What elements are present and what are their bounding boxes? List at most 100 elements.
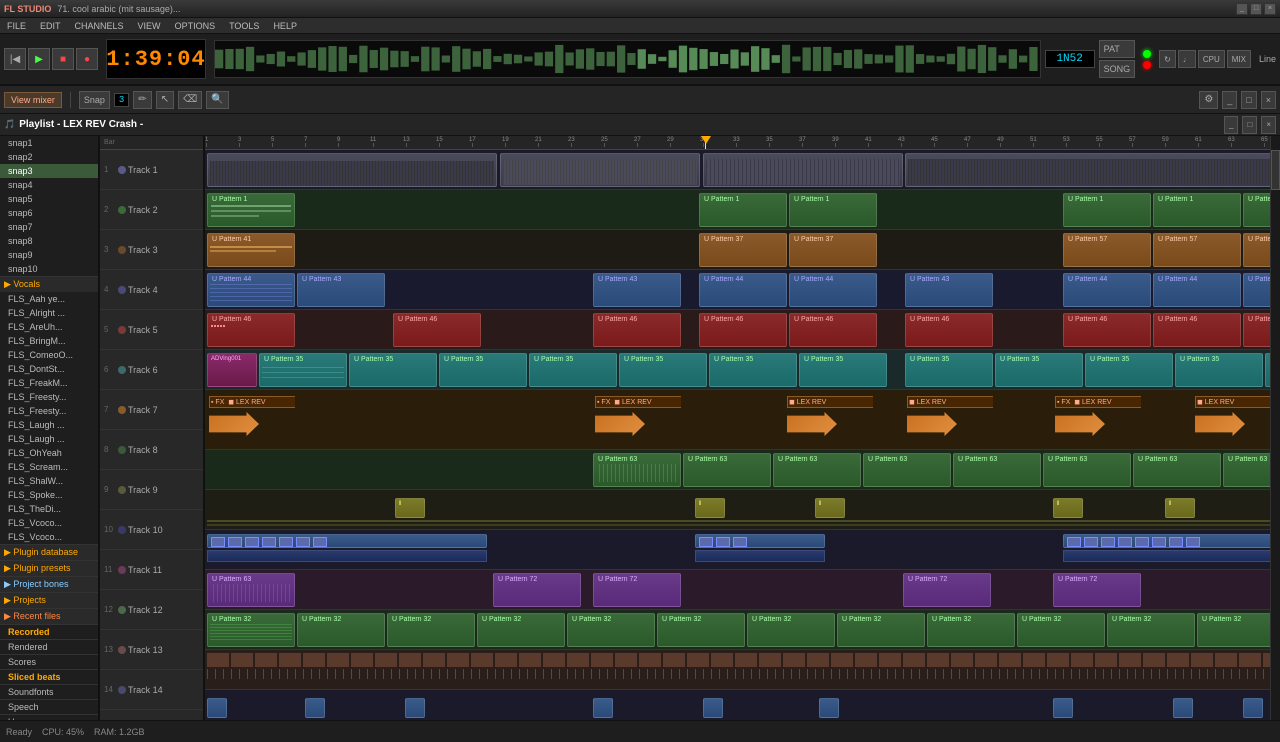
record-button[interactable]: ● [76, 48, 98, 70]
pattern-7-1[interactable]: ▪ FX ◼ LEX REV [207, 395, 295, 445]
pattern-6-2[interactable]: U Pattern 35 [349, 353, 437, 387]
track-row-3[interactable]: U Pattern 41 U Pattern 37 U Pattern 37 U… [205, 230, 1270, 270]
pattern-12-4[interactable]: U Pattern 32 [477, 613, 565, 647]
tool-erase[interactable]: ⌫ [178, 91, 202, 109]
pattern-2-3[interactable]: U Pattern 1 [789, 193, 877, 227]
sliced-beats-item[interactable]: Sliced beats [0, 670, 98, 684]
pattern-4-5[interactable]: U Pattern 44 [789, 273, 877, 307]
menu-view[interactable]: VIEW [135, 21, 164, 31]
panel-item-fls-laugh2[interactable]: FLS_Laugh ... [0, 432, 98, 446]
recent-files-header[interactable]: ▶ Recent files [0, 609, 98, 624]
pattern-4-9[interactable]: U Pattern 44 [1243, 273, 1270, 307]
pattern-6-12[interactable]: U Pattern 35 [1265, 353, 1270, 387]
track-row-6[interactable]: ADVing001 U Pattern 35 U Pattern 35 U Pa… [205, 350, 1270, 390]
menu-file[interactable]: FILE [4, 21, 29, 31]
menu-help[interactable]: HELP [270, 21, 300, 31]
playlist-ctrl-max[interactable]: □ [1242, 116, 1257, 134]
pattern-7-5[interactable]: ▪ FX ◼ LEX REV [1053, 395, 1141, 445]
pattern-14-3[interactable] [405, 698, 425, 718]
pattern-3-2[interactable]: U Pattern 37 [699, 233, 787, 267]
maximize-button[interactable]: □ [1250, 3, 1262, 15]
pattern-8-6[interactable]: U Pattern 63 [1043, 453, 1131, 487]
playlist-close[interactable]: × [1261, 91, 1276, 109]
track-row-1[interactable] [205, 150, 1270, 190]
pattern-14-8[interactable] [1173, 698, 1193, 718]
track-row-5[interactable]: U Pattern 46 U Pattern 46 [205, 310, 1270, 350]
tracks-scroll[interactable]: U Pattern 1 U Pattern 1 U Pattern 1 [205, 150, 1270, 720]
pattern-8-8[interactable]: U Pattern 63 [1223, 453, 1270, 487]
pattern-7-6[interactable]: ◼ LEX REV [1193, 395, 1270, 445]
panel-item-fls-thedi[interactable]: FLS_TheDi... [0, 502, 98, 516]
pattern-14-7[interactable] [1053, 698, 1073, 718]
play-button[interactable]: ▶ [28, 48, 50, 70]
pattern-12-6[interactable]: U Pattern 32 [657, 613, 745, 647]
pattern-5-3[interactable]: U Pattern 46 [593, 313, 681, 347]
scores-item[interactable]: Scores [0, 655, 98, 669]
pattern-8-1[interactable]: U Pattern 63 [593, 453, 681, 487]
pattern-6-10[interactable]: U Pattern 35 [1085, 353, 1173, 387]
pattern-6-9[interactable]: U Pattern 35 [995, 353, 1083, 387]
pattern-1-4[interactable] [905, 153, 1270, 187]
panel-item-snap7[interactable]: snap7 [0, 220, 98, 234]
pattern-6-3[interactable]: U Pattern 35 [439, 353, 527, 387]
menu-options[interactable]: OPTIONS [172, 21, 219, 31]
pattern-6-5[interactable]: U Pattern 35 [619, 353, 707, 387]
track-row-9[interactable]: ‖ ‖ ‖ ‖ ‖ [205, 490, 1270, 530]
loop-button[interactable]: ↻ [1159, 50, 1176, 68]
pattern-6-6[interactable]: U Pattern 35 [709, 353, 797, 387]
panel-item-fls-shalw[interactable]: FLS_ShalW... [0, 474, 98, 488]
panel-item-fls-vcoco1[interactable]: FLS_Vcoco... [0, 516, 98, 530]
pattern-5-5[interactable]: U Pattern 46 [789, 313, 877, 347]
pattern-1-2[interactable] [500, 153, 700, 187]
pattern-5-7[interactable]: U Pattern 46 [1063, 313, 1151, 347]
panel-item-snap3[interactable]: snap3 [0, 164, 98, 178]
panel-item-fls-freesty1[interactable]: FLS_Freesty... [0, 390, 98, 404]
panel-item-fls-dontst[interactable]: FLS_DontSt... [0, 362, 98, 376]
pattern-4-3[interactable]: U Pattern 43 [593, 273, 681, 307]
playlist-ctrl-close[interactable]: × [1261, 116, 1276, 134]
panel-item-snap6[interactable]: snap6 [0, 206, 98, 220]
pattern-8-2[interactable]: U Pattern 63 [683, 453, 771, 487]
panel-item-fls-scream[interactable]: FLS_Scream... [0, 460, 98, 474]
panel-item-fls-bringm[interactable]: FLS_BringM... [0, 334, 98, 348]
pattern-12-12[interactable]: U Pattern 32 [1197, 613, 1270, 647]
pattern-6-11[interactable]: U Pattern 35 [1175, 353, 1263, 387]
track-row-10[interactable] [205, 530, 1270, 570]
pattern-4-2[interactable]: U Pattern 43 [297, 273, 385, 307]
close-button[interactable]: × [1264, 3, 1276, 15]
pattern-12-7[interactable]: U Pattern 32 [747, 613, 835, 647]
pattern-12-9[interactable]: U Pattern 32 [927, 613, 1015, 647]
pattern-12-8[interactable]: U Pattern 32 [837, 613, 925, 647]
panel-item-snap10[interactable]: snap10 [0, 262, 98, 276]
panel-item-snap5[interactable]: snap5 [0, 192, 98, 206]
pattern-5-6[interactable]: U Pattern 46 [905, 313, 993, 347]
pattern-4-8[interactable]: U Pattern 44 [1153, 273, 1241, 307]
menu-channels[interactable]: CHANNELS [72, 21, 127, 31]
stop-button[interactable]: ■ [52, 48, 74, 70]
pattern-5-8[interactable]: U Pattern 46 [1153, 313, 1241, 347]
panel-item-fls-laugh1[interactable]: FLS_Laugh ... [0, 418, 98, 432]
track-row-8[interactable]: U Pattern 63 U Pattern 63 U Pattern 63 U… [205, 450, 1270, 490]
vocals-header[interactable]: ▶ Vocals [0, 277, 98, 292]
panel-item-snap8[interactable]: snap8 [0, 234, 98, 248]
pattern-7-3[interactable]: ◼ LEX REV [785, 395, 873, 445]
panel-item-fls-comeo[interactable]: FLS_ComeoO... [0, 348, 98, 362]
pattern-5-1[interactable]: U Pattern 46 [207, 313, 295, 347]
soundfonts-item[interactable]: Soundfonts [0, 685, 98, 699]
rewind-button[interactable]: |◀ [4, 48, 26, 70]
pattern-mode-button[interactable]: PAT [1099, 40, 1136, 58]
tool-select[interactable]: ↖ [156, 91, 174, 109]
track-row-13[interactable] [205, 650, 1270, 690]
pattern-2-4[interactable]: U Pattern 1 [1063, 193, 1151, 227]
pattern-14-6[interactable] [819, 698, 839, 718]
pattern-14-5[interactable] [703, 698, 723, 718]
playlist-ctrl-min[interactable]: _ [1224, 116, 1238, 134]
pattern-2-2[interactable]: U Pattern 1 [699, 193, 787, 227]
pattern-10-1[interactable] [207, 534, 487, 548]
panel-item-snap1[interactable]: snap1 [0, 136, 98, 150]
pattern-6-7[interactable]: U Pattern 35 [799, 353, 887, 387]
pattern-9-3[interactable]: ‖ [815, 498, 845, 518]
pattern-3-4[interactable]: U Pattern 57 [1063, 233, 1151, 267]
panel-item-fls-freesty2[interactable]: FLS_Freesty... [0, 404, 98, 418]
pattern-12-10[interactable]: U Pattern 32 [1017, 613, 1105, 647]
